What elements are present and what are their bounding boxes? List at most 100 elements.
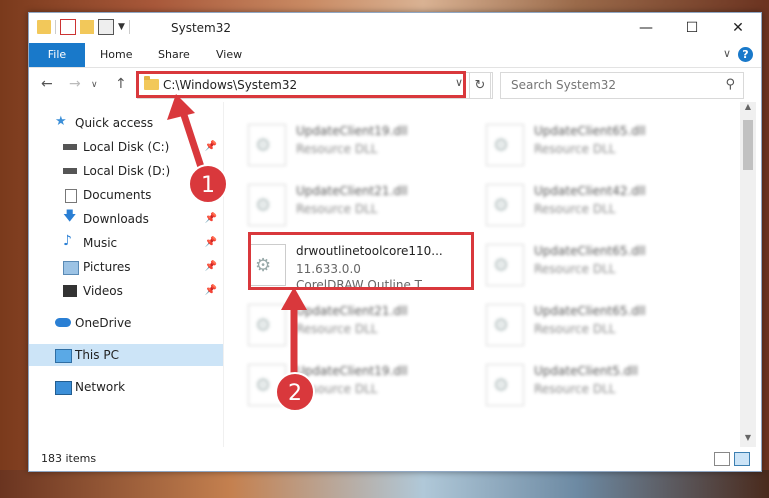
close-button[interactable]: ✕ [715,13,761,43]
pin-icon[interactable]: 📌 [205,208,217,230]
dll-file-icon: ⚙ [486,244,524,286]
dll-file-icon: ⚙ [486,304,524,346]
scroll-down-icon[interactable]: ▼ [740,433,756,447]
recent-dropdown-icon[interactable]: ∨ [91,80,98,90]
pin-icon[interactable]: 📌 [205,280,217,302]
dll-file-icon: ⚙ [486,124,524,166]
customize-icon[interactable] [98,19,114,35]
file-item[interactable]: ⚙ UpdateClient42.dll Resource DLL [486,180,706,230]
navigation-pane: ★ Quick access Local Disk (C:) 📌 Local D… [29,102,224,447]
file-item[interactable]: ⚙ UpdateClient65.dll Resource DLL [486,300,706,350]
file-type: Resource DLL [534,322,616,336]
nav-label: Videos [83,284,123,298]
chevron-down-icon[interactable]: ∨ [723,47,731,60]
cloud-icon [55,318,71,327]
up-arrow-icon[interactable]: ↑ [115,76,127,92]
music-note-icon: ♪ [63,233,72,249]
file-item[interactable]: ⚙ UpdateClient19.dll Resource DLL [248,120,468,170]
nav-label: Pictures [83,260,131,274]
nav-label: Local Disk (D:) [83,164,171,178]
dropdown-icon[interactable]: ▼ [118,22,125,32]
dll-file-icon: ⚙ [486,184,524,226]
pin-icon[interactable]: 📌 [205,136,217,158]
item-count: 183 items [41,452,97,465]
nav-label: Documents [83,188,152,202]
tab-view[interactable]: View [216,43,242,67]
ribbon-tabs: File Home Share View ∨ ? [29,43,761,68]
search-icon[interactable]: ⚲ [725,77,735,92]
forward-arrow-icon[interactable]: → [69,76,81,92]
large-icons-view-icon[interactable] [734,452,750,466]
refresh-icon[interactable]: ↻ [469,72,491,99]
dll-file-icon: ⚙ [486,364,524,406]
gear-icon: ⚙ [255,195,272,216]
nav-videos[interactable]: Videos 📌 [29,280,223,302]
pin-icon[interactable]: 📌 [205,232,217,254]
file-item[interactable]: ⚙ UpdateClient21.dll Resource DLL [248,300,468,350]
file-item[interactable]: ⚙ UpdateClient5.dll Resource DLL [486,360,706,410]
file-name: UpdateClient21.dll [296,304,408,318]
title-bar: ▼ System32 — ☐ ✕ [29,13,761,43]
search-input[interactable] [509,77,713,93]
tab-share[interactable]: Share [158,43,190,67]
gear-icon: ⚙ [493,255,510,276]
scroll-thumb[interactable] [743,120,753,170]
computer-icon [55,349,72,363]
download-arrow-icon: 🡇 [63,209,77,224]
file-highlight-box [248,232,474,290]
nav-label: Network [75,380,126,394]
nav-quick-access[interactable]: ★ Quick access [29,112,223,134]
gear-icon: ⚙ [255,135,272,156]
file-item[interactable]: ⚙ UpdateClient65.dll Resource DLL [486,120,706,170]
file-type: Resource DLL [296,322,378,336]
gear-icon: ⚙ [493,375,510,396]
nav-label: OneDrive [75,316,132,330]
search-box[interactable]: ⚲ [500,72,744,99]
gear-icon: ⚙ [493,135,510,156]
film-icon [63,285,77,297]
file-name: UpdateClient42.dll [534,184,646,198]
nav-downloads[interactable]: 🡇 Downloads 📌 [29,208,223,230]
file-type: Resource DLL [534,262,616,276]
tab-file[interactable]: File [29,43,85,67]
file-item[interactable]: ⚙ UpdateClient21.dll Resource DLL [248,180,468,230]
navigation-bar: ← → ∨ ↑ C:\Windows\System32 ∨ ↻ ⚲ [29,68,761,102]
status-bar: 183 items [29,447,761,471]
dll-file-icon: ⚙ [248,124,286,166]
file-name: UpdateClient19.dll [296,364,408,378]
dll-file-icon: ⚙ [248,304,286,346]
nav-onedrive[interactable]: OneDrive [29,312,223,334]
pictures-icon [63,261,79,275]
quick-access-toolbar: ▼ [37,19,130,35]
maximize-button[interactable]: ☐ [669,13,715,43]
nav-label: Music [83,236,118,250]
step-badge-2: 2 [275,372,315,412]
details-view-icon[interactable] [714,452,730,466]
nav-local-disk-c[interactable]: Local Disk (C:) 📌 [29,136,223,158]
file-type: Resource DLL [296,142,378,156]
nav-pictures[interactable]: Pictures 📌 [29,256,223,278]
properties-icon[interactable] [60,19,76,35]
back-arrow-icon[interactable]: ← [41,76,53,92]
scroll-up-icon[interactable]: ▲ [740,102,756,116]
gear-icon: ⚙ [255,375,272,396]
nav-label: This PC [75,348,119,362]
help-icon[interactable]: ? [738,47,753,62]
network-icon [55,381,72,395]
file-name: UpdateClient21.dll [296,184,408,198]
file-type: Resource DLL [534,142,616,156]
nav-this-pc[interactable]: This PC [29,344,223,366]
file-name: UpdateClient65.dll [534,244,646,258]
file-name: UpdateClient65.dll [534,124,646,138]
vertical-scrollbar[interactable]: ▲ ▼ [740,102,756,447]
nav-network[interactable]: Network [29,376,223,398]
file-item[interactable]: ⚙ UpdateClient65.dll Resource DLL [486,240,706,290]
minimize-button[interactable]: — [623,13,669,43]
address-highlight-box [136,71,466,98]
drive-icon [63,168,77,174]
tab-home[interactable]: Home [100,43,132,67]
new-folder-icon[interactable] [80,20,94,34]
pin-icon[interactable]: 📌 [205,256,217,278]
file-name: UpdateClient65.dll [534,304,646,318]
nav-music[interactable]: ♪ Music 📌 [29,232,223,254]
